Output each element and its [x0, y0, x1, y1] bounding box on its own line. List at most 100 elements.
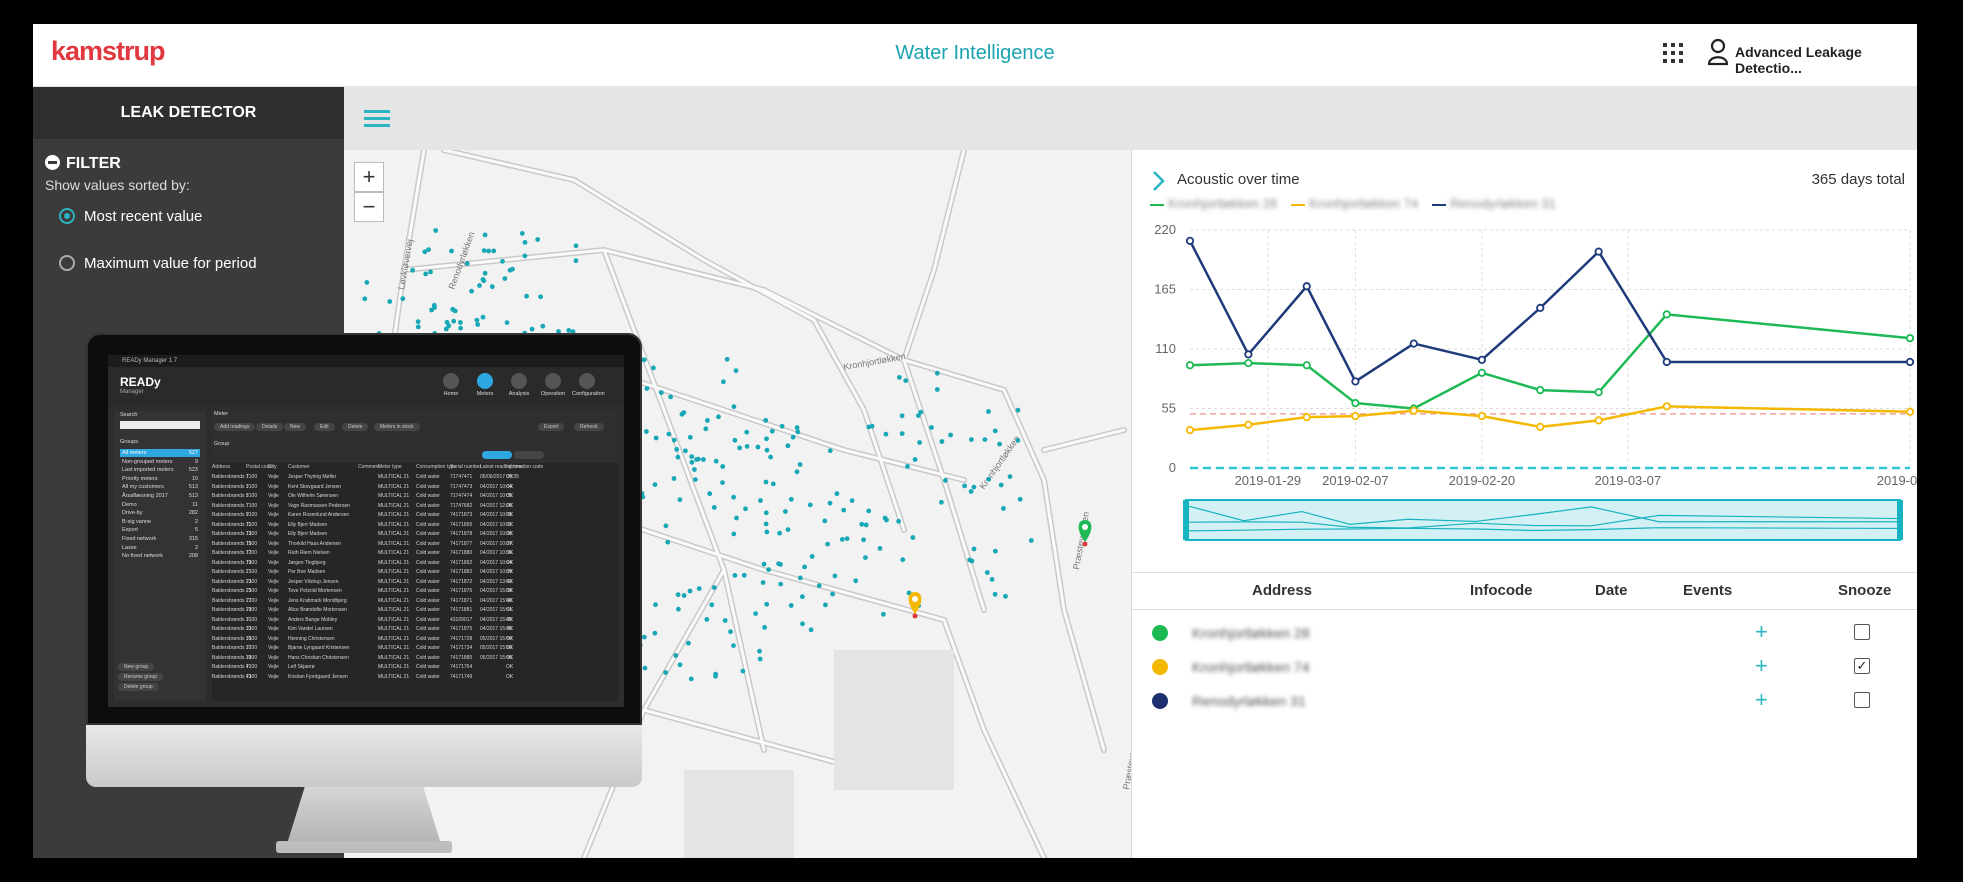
data-point[interactable] — [1351, 398, 1360, 408]
meter-dot[interactable] — [721, 379, 726, 385]
rm-column-header[interactable]: Serial number — [450, 463, 481, 471]
rm-table-row[interactable]: Baldersbrønds 19 7100 Vejle Jørgen Tingbjer… — [212, 559, 618, 567]
meter-dot[interactable] — [807, 502, 813, 508]
meter-dot[interactable] — [677, 662, 683, 668]
meter-dot[interactable] — [502, 276, 508, 281]
meter-dot[interactable] — [905, 464, 910, 469]
meter-dot[interactable] — [788, 496, 794, 502]
meter-dot[interactable] — [529, 326, 535, 332]
navigator-handle-left[interactable] — [1183, 500, 1189, 540]
meter-dot[interactable] — [998, 482, 1004, 488]
meter-dot[interactable] — [642, 665, 648, 671]
meter-dot[interactable] — [731, 494, 736, 500]
data-point[interactable] — [1594, 416, 1603, 425]
meter-dot[interactable] — [689, 459, 695, 465]
meter-dot[interactable] — [969, 437, 974, 442]
meter-dot[interactable] — [986, 409, 991, 414]
meter-dot[interactable] — [989, 577, 995, 582]
meter-dot[interactable] — [737, 445, 742, 451]
meter-dot[interactable] — [653, 602, 658, 608]
meter-dot[interactable] — [770, 481, 776, 487]
rm-map-toggle[interactable] — [514, 451, 544, 459]
table-row[interactable]: Kronhjortløkken 74 + ✓ — [1132, 650, 1917, 684]
rm-group-item[interactable]: All meters 527 — [120, 449, 200, 457]
meter-dot[interactable] — [794, 425, 800, 430]
meter-dot[interactable] — [869, 423, 875, 429]
meter-dot[interactable] — [653, 435, 659, 441]
meter-dot[interactable] — [800, 621, 805, 627]
meter-dot[interactable] — [449, 248, 454, 254]
meter-dot[interactable] — [982, 437, 988, 442]
rm-nav-home[interactable]: Home — [436, 373, 466, 397]
meter-dot[interactable] — [464, 261, 470, 266]
meter-dot[interactable] — [839, 537, 845, 542]
header-date[interactable]: Date — [1595, 582, 1628, 599]
rm-group-item[interactable]: Last imported meters 523 — [120, 466, 200, 474]
meter-dot[interactable] — [912, 457, 918, 462]
meter-dot[interactable] — [832, 573, 838, 579]
meter-dot[interactable] — [481, 248, 487, 253]
header-infocode[interactable]: Infocode — [1470, 582, 1533, 599]
add-event-icon[interactable]: + — [1755, 619, 1768, 645]
meter-dot[interactable] — [644, 429, 649, 434]
meter-dot[interactable] — [538, 294, 543, 300]
rm-column-header[interactable]: Meter type — [378, 463, 402, 471]
meter-dot[interactable] — [451, 318, 457, 324]
navigator-handle-right[interactable] — [1897, 500, 1903, 540]
data-point[interactable] — [1594, 247, 1603, 256]
meter-dot[interactable] — [863, 555, 868, 560]
meter-dot[interactable] — [474, 317, 480, 323]
meter-dot[interactable] — [362, 296, 368, 302]
meter-dot[interactable] — [676, 606, 681, 612]
meter-dot[interactable] — [663, 523, 669, 529]
rm-toolbar-button[interactable]: Meters in stock — [374, 423, 420, 431]
meter-dot[interactable] — [432, 305, 437, 310]
meter-dot[interactable] — [732, 573, 738, 578]
meter-dot[interactable] — [783, 509, 788, 514]
rm-column-header[interactable]: Customer — [288, 463, 310, 471]
zoom-out-button[interactable]: − — [354, 192, 384, 222]
data-point[interactable] — [1244, 420, 1253, 429]
meter-dot[interactable] — [763, 479, 769, 485]
chevron-right-icon[interactable] — [1152, 170, 1166, 192]
rm-table-row[interactable]: Baldersbrønds 25 7100 Vejle Tove Petzold Mo… — [212, 587, 618, 595]
meter-dot[interactable] — [768, 454, 773, 460]
meter-dot[interactable] — [929, 425, 934, 430]
meter-dot[interactable] — [423, 271, 429, 277]
meter-dot[interactable] — [884, 517, 889, 523]
rm-table-row[interactable]: Baldersbrønds 27 7100 Vejle Jens Krabmark M… — [212, 597, 618, 605]
add-event-icon[interactable]: + — [1755, 687, 1768, 713]
meter-dot[interactable] — [785, 527, 791, 532]
rm-table-row[interactable]: Baldersbrønds 7 7100 Vejle Vagn Rasmussen P… — [212, 502, 618, 510]
meter-dot[interactable] — [722, 618, 728, 623]
meter-dot[interactable] — [993, 548, 998, 554]
rm-table-row[interactable]: Baldersbrønds 5 7100 Vejle Ole Wilhelm Søre… — [212, 492, 618, 500]
meter-dot[interactable] — [477, 283, 482, 288]
meter-dot[interactable] — [666, 431, 672, 437]
data-point[interactable] — [1905, 357, 1915, 367]
meter-dot[interactable] — [760, 580, 766, 585]
meter-dot[interactable] — [652, 482, 658, 487]
meter-dot[interactable] — [939, 439, 945, 444]
radio-unselected-icon[interactable] — [59, 255, 75, 271]
rm-table-row[interactable]: Baldersbrønds 23 7100 Vejle Jesper Vilstrup… — [212, 578, 618, 586]
meter-dot[interactable] — [711, 585, 717, 590]
meter-dot[interactable] — [809, 554, 815, 559]
rm-table-row[interactable]: Baldersbrønds 39 7100 Vejle Hans Christian … — [212, 654, 618, 662]
meter-dot[interactable] — [962, 483, 967, 489]
meter-dot[interactable] — [644, 386, 650, 391]
add-event-icon[interactable]: + — [1755, 653, 1768, 679]
meter-dot[interactable] — [877, 546, 883, 551]
meter-dot[interactable] — [688, 676, 694, 682]
rm-group-item[interactable]: Demo 11 — [120, 501, 200, 509]
meter-dot[interactable] — [808, 627, 814, 633]
meter-dot[interactable] — [687, 588, 693, 594]
meter-dot[interactable] — [822, 518, 828, 524]
meter-dot[interactable] — [827, 500, 833, 506]
meter-dot[interactable] — [766, 567, 771, 572]
zoom-in-button[interactable]: + — [354, 162, 384, 192]
meter-dot[interactable] — [764, 436, 769, 442]
meter-dot[interactable] — [415, 324, 421, 330]
meter-dot[interactable] — [524, 293, 529, 299]
meter-dot[interactable] — [830, 591, 835, 597]
